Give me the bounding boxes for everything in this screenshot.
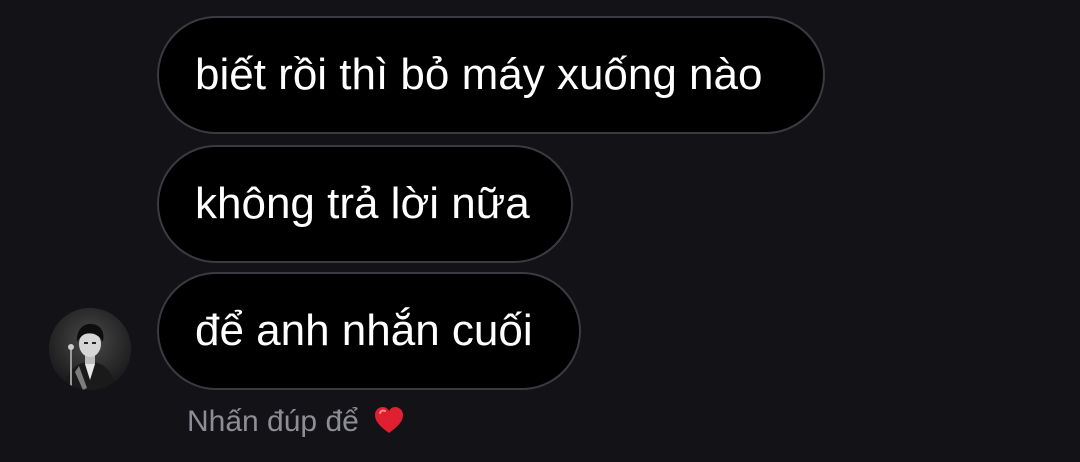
message-bubble[interactable]: biết rồi thì bỏ máy xuống nào [157, 16, 825, 134]
avatar-photo [49, 308, 131, 390]
message-text: biết rồi thì bỏ máy xuống nào [195, 50, 763, 99]
message-text: để anh nhắn cuối [195, 306, 533, 355]
message-thread: biết rồi thì bỏ máy xuống nào không trả … [0, 0, 1080, 462]
heart-icon [373, 405, 405, 446]
message-bubble[interactable]: không trả lời nữa [157, 145, 573, 263]
double-tap-hint: Nhấn đúp để [187, 402, 405, 446]
message-bubble[interactable]: để anh nhắn cuối [157, 272, 581, 390]
avatar[interactable] [49, 308, 131, 390]
double-tap-hint-text: Nhấn đúp để [187, 405, 359, 438]
message-text: không trả lời nữa [195, 179, 530, 228]
